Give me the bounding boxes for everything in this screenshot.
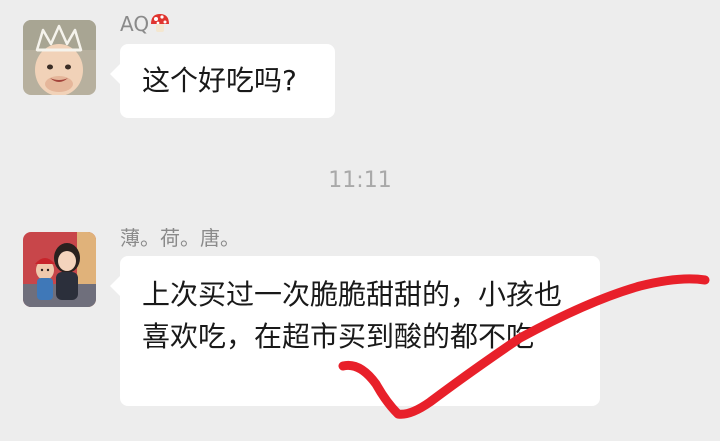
avatar-bohetang[interactable] xyxy=(23,232,96,307)
sender-name-text: AQ xyxy=(120,12,150,36)
message-text: 上次买过一次脆脆甜甜的，小孩也喜欢吃，在超市买到酸的都不吃 xyxy=(142,278,563,353)
avatar-aq[interactable] xyxy=(23,20,96,95)
sender-name-bohetang: 薄。荷。唐。 xyxy=(120,226,240,250)
sender-name-aq: AQ xyxy=(120,12,171,36)
baby-with-crown-avatar-icon xyxy=(23,20,96,95)
message-bubble-incoming[interactable]: 上次买过一次脆脆甜甜的，小孩也喜欢吃，在超市买到酸的都不吃 xyxy=(110,256,600,406)
message-bubble-incoming[interactable]: 这个好吃吗? xyxy=(110,44,335,118)
mother-and-child-avatar-icon xyxy=(23,232,96,307)
mushroom-icon xyxy=(149,12,171,34)
message-text: 这个好吃吗? xyxy=(142,64,297,97)
timestamp: 11:11 xyxy=(328,168,392,193)
